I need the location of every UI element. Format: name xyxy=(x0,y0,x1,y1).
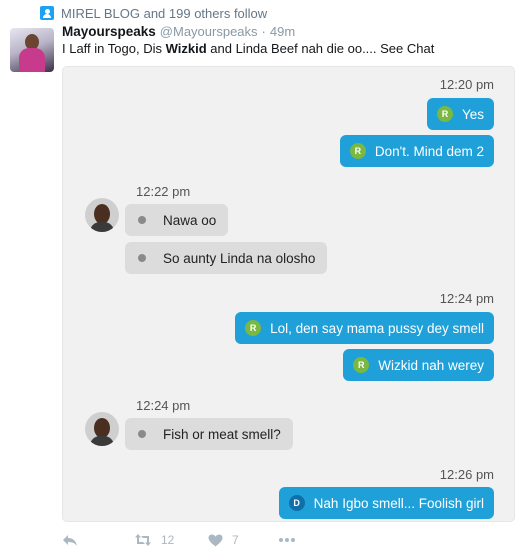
outgoing-message: R Yes xyxy=(426,98,494,130)
message-text: Lol, den say mama pussy dey smell xyxy=(270,320,484,336)
message-text: Wizkid nah werey xyxy=(378,357,484,373)
message-text: Nawa oo xyxy=(163,212,217,228)
more-button[interactable] xyxy=(278,530,296,550)
message-text: Yes xyxy=(461,106,484,122)
contact-avatar xyxy=(85,412,119,446)
status-dot-icon xyxy=(138,216,146,224)
message-text: So aunty Linda na olosho xyxy=(163,250,316,266)
reply-icon xyxy=(62,533,78,547)
reply-button[interactable] xyxy=(62,530,78,550)
more-icon xyxy=(278,537,296,543)
social-context-text: MIREL BLOG and 199 others follow xyxy=(61,5,268,21)
chat-timestamp: 12:26 pm xyxy=(439,467,494,482)
status-dot-icon xyxy=(138,254,146,262)
tweet-timestamp[interactable]: 49m xyxy=(270,24,295,39)
tweet-actions: 12 7 xyxy=(62,530,362,550)
outgoing-message: R Lol, den say mama pussy dey smell xyxy=(235,312,494,344)
chat-timestamp: 12:24 pm xyxy=(439,291,494,306)
retweet-button[interactable]: 12 xyxy=(134,530,174,550)
incoming-message: So aunty Linda na olosho xyxy=(125,242,328,274)
heart-icon xyxy=(208,534,223,547)
retweet-icon xyxy=(134,533,152,547)
message-text: Nah Igbo smell... Foolish girl xyxy=(313,495,484,511)
sender-badge: R xyxy=(245,320,262,336)
like-button[interactable]: 7 xyxy=(208,530,239,550)
incoming-message: Fish or meat smell? xyxy=(125,418,293,450)
chat-timestamp: 12:22 pm xyxy=(136,184,191,199)
sender-badge: R xyxy=(349,143,366,159)
chat-screenshot[interactable]: 12:20 pm R Yes R Don't. Mind dem 2 12:22… xyxy=(62,66,515,522)
tweet-header: Mayourspeaks @Mayourspeaks · 49m xyxy=(62,24,295,39)
incoming-message: Nawa oo xyxy=(125,204,229,236)
outgoing-message: D Nah Igbo smell... Foolish girl xyxy=(278,487,494,519)
tweet-text-bold: Wizkid xyxy=(165,41,207,56)
retweet-count: 12 xyxy=(161,533,175,547)
author-name[interactable]: Mayourspeaks xyxy=(62,24,156,39)
like-count: 7 xyxy=(232,533,239,547)
contact-avatar xyxy=(85,198,119,232)
sender-badge: R xyxy=(353,357,370,373)
message-text: Don't. Mind dem 2 xyxy=(374,143,484,159)
chat-timestamp: 12:20 pm xyxy=(439,77,494,92)
sender-badge: R xyxy=(436,106,453,122)
tweet-text-end: and Linda Beef nah die oo.... See Chat xyxy=(206,41,435,56)
tweet-text: I Laff in Togo, Dis Wizkid and Linda Bee… xyxy=(62,41,434,56)
outgoing-message: R Wizkid nah werey xyxy=(343,349,494,381)
separator-dot: · xyxy=(261,24,266,39)
outgoing-message: R Don't. Mind dem 2 xyxy=(339,135,494,167)
author-avatar[interactable] xyxy=(10,28,54,72)
person-follow-icon xyxy=(40,6,54,20)
chat-timestamp: 12:24 pm xyxy=(136,398,191,413)
tweet-text-start: I Laff in Togo, Dis xyxy=(62,41,166,56)
author-handle[interactable]: @Mayourspeaks xyxy=(160,24,258,39)
message-text: Fish or meat smell? xyxy=(163,426,281,442)
social-context[interactable]: MIREL BLOG and 199 others follow xyxy=(40,5,267,21)
status-dot-icon xyxy=(138,430,146,438)
sender-badge: D xyxy=(288,495,305,511)
